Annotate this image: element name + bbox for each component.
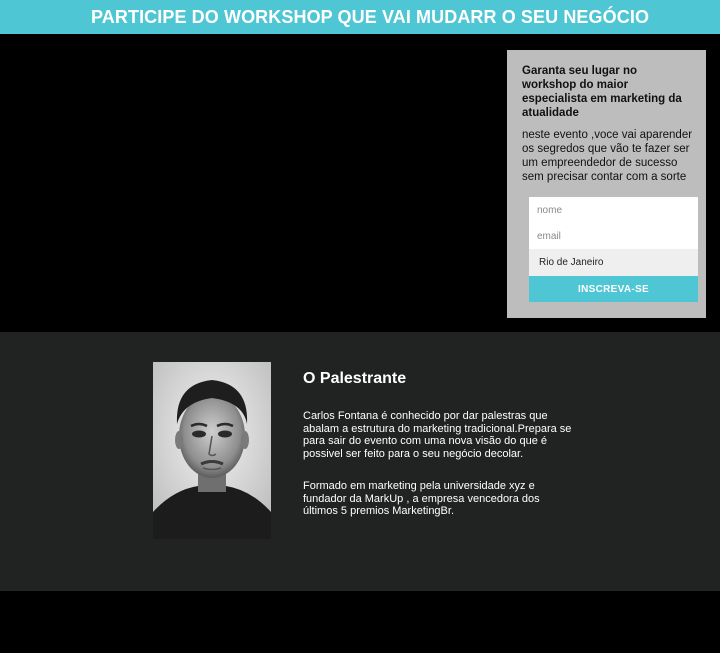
footer — [0, 591, 720, 653]
signup-form: Rio de Janeiro INSCREVA-SE — [529, 197, 698, 302]
top-banner: PARTICIPE DO WORKSHOP QUE VAI MUDARR O S… — [0, 0, 720, 34]
speaker-bio-paragraph-2: Formado em marketing pela universidade x… — [303, 480, 540, 517]
speaker-heading: O Palestrante — [303, 370, 407, 387]
speaker-section: O Palestrante Carlos Fontana é conhecido… — [0, 332, 720, 591]
email-input[interactable] — [529, 223, 698, 249]
speaker-info: O Palestrante Carlos Fontana é conhecido… — [303, 370, 573, 538]
banner-title: PARTICIPE DO WORKSHOP QUE VAI MUDARR O S… — [91, 7, 650, 27]
signup-headline: Garanta seu lugar no workshop do maior e… — [522, 65, 682, 119]
city-select[interactable]: Rio de Janeiro — [529, 249, 698, 276]
signup-description: neste evento ,voce vai aparender os segr… — [522, 129, 693, 183]
name-input[interactable] — [529, 197, 698, 223]
speaker-portrait-image — [153, 362, 271, 539]
subscribe-button[interactable]: INSCREVA-SE — [529, 276, 698, 302]
speaker-bio-paragraph-1: Carlos Fontana é conhecido por dar pales… — [303, 410, 572, 460]
speaker-photo — [153, 362, 271, 539]
city-select-value: Rio de Janeiro — [539, 257, 604, 268]
signup-card: Garanta seu lugar no workshop do maior e… — [507, 50, 706, 318]
